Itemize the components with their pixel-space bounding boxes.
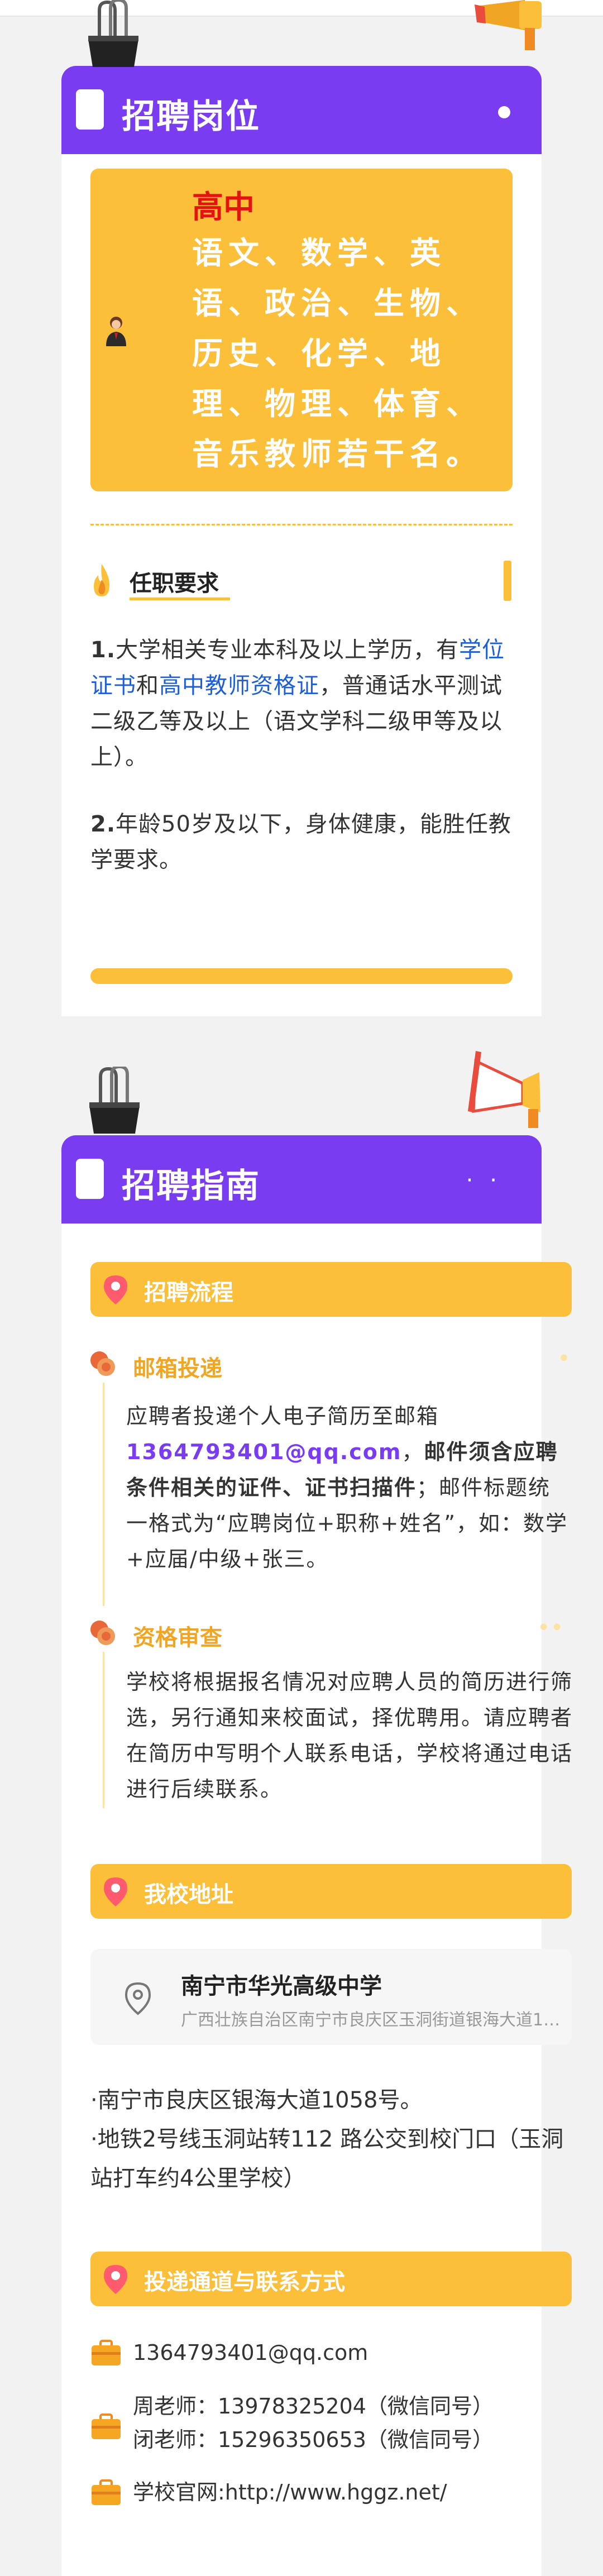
item-number: 1. <box>90 637 116 663</box>
requirement-item-1: 1.大学相关专业本科及以上学历，有学位证书和高中教师资格证，普通话水平测试二级乙… <box>90 632 515 775</box>
step-email-text: 应聘者投递个人电子简历至邮箱1364793401@qq.com，邮件须含应聘条件… <box>126 1398 573 1577</box>
header-tag <box>76 1159 104 1199</box>
level-label: 高中 <box>192 189 255 226</box>
step-dots: •• <box>537 1615 564 1641</box>
subjects-text: 语文、数学、英语、政治、生物、历史、化学、地理、物理、体育、音乐教师若干名。 <box>192 235 483 472</box>
req1-text-a: 大学相关专业本科及以上学历，有 <box>116 637 460 663</box>
guide-header: 招聘指南 ·· <box>61 1135 542 1224</box>
briefcase-icon <box>92 2340 121 2365</box>
header-dot <box>498 106 510 118</box>
header-tag <box>76 89 104 130</box>
guide-title: 招聘指南 <box>122 1167 260 1206</box>
contact-teacher-zhou: 周老师：13978325204（微信同号） <box>133 2394 494 2419</box>
positions-card: 高中 语文、数学、英语、政治、生物、历史、化学、地理、物理、体育、音乐教师若干名… <box>90 169 513 491</box>
step-review-title: 资格审查 <box>133 1625 222 1651</box>
step-dots: • <box>557 1346 571 1371</box>
contact-section-header: 投递通道与联系方式 <box>90 2252 572 2306</box>
school-name: 南宁市华光高级中学 <box>181 1973 382 1999</box>
person-icon <box>106 317 126 346</box>
requirements-accent-bar <box>504 561 511 601</box>
briefcase-icon <box>92 2413 121 2439</box>
location-pin-icon <box>104 2265 127 2294</box>
school-location-card[interactable]: 南宁市华光高级中学 广西壮族自治区南宁市良庆区玉洞街道银海大道1058号 <box>90 1949 572 2045</box>
process-title: 招聘流程 <box>144 1280 233 1306</box>
step-email-title: 邮箱投递 <box>133 1356 222 1382</box>
req1-text-b: 和 <box>136 673 159 699</box>
map-marker-icon <box>125 1982 151 2015</box>
school-website-link[interactable]: 学校官网:http://www.hggz.net/ <box>133 2476 447 2508</box>
requirement-item-2: 2.年龄50岁及以下，身体健康，能胜任教学要求。 <box>90 806 515 878</box>
step1-text-a: 应聘者投递个人电子简历至邮箱 <box>126 1404 439 1428</box>
requirements-underline <box>130 598 230 600</box>
school-address: 广西壮族自治区南宁市良庆区玉洞街道银海大道1058号 <box>181 2010 561 2030</box>
address-title: 我校地址 <box>144 1882 233 1908</box>
requirements-title: 任职要求 <box>130 571 219 596</box>
step1-text-b: ， <box>401 1440 424 1464</box>
timeline-line <box>103 1383 104 1606</box>
address-line-1: ·南宁市良庆区银海大道1058号。 <box>90 2087 423 2113</box>
recruit-email-link[interactable]: 1364793401@qq.com <box>126 1440 401 1464</box>
address-section-header: 我校地址 <box>90 1864 572 1919</box>
megaphone-icon <box>468 1051 540 1128</box>
positions-title: 招聘岗位 <box>122 97 260 136</box>
flame-icon <box>94 564 109 596</box>
binder-clip-icon <box>89 1067 140 1134</box>
dashed-divider <box>90 524 513 525</box>
location-pin-icon <box>104 1275 127 1304</box>
contact-email[interactable]: 1364793401@qq.com <box>133 2336 368 2369</box>
panel-bottom-bar <box>90 968 513 984</box>
req2-text: 年龄50岁及以下，身体健康，能胜任教学要求。 <box>90 811 511 873</box>
location-pin-icon <box>104 1877 127 1906</box>
address-line-2: ·地铁2号线玉洞站转112 路公交到校门口（玉洞站打车约4公里学校） <box>90 2126 564 2191</box>
coins-icon <box>90 1351 115 1376</box>
teacher-qualification-link[interactable]: 高中教师资格证 <box>159 673 319 699</box>
briefcase-icon <box>92 2479 121 2505</box>
binder-clip-icon <box>88 0 138 67</box>
process-section-header: 招聘流程 <box>90 1262 572 1317</box>
coins-icon <box>90 1621 115 1645</box>
item-number: 2. <box>90 811 116 837</box>
contact-teacher-bi: 闭老师：15296350653（微信同号） <box>133 2427 494 2452</box>
step-review-text: 学校将根据报名情况对应聘人员的简历进行筛选，另行通知来校面试，择优聘用。请应聘者… <box>126 1670 573 1801</box>
contact-title: 投递通道与联系方式 <box>144 2269 345 2295</box>
header-dots: ·· <box>466 1168 514 1193</box>
positions-header: 招聘岗位 <box>61 66 542 154</box>
timeline-line <box>103 1652 104 1808</box>
